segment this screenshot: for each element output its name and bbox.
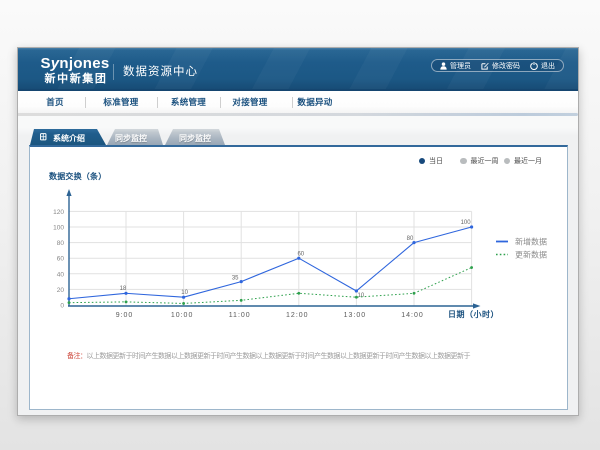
data-label: 35: [232, 276, 239, 282]
app-header: Synjones 新中新集团 数据资源中心 管理员 修改密码 退出: [18, 48, 578, 91]
x-tick-label: 14:00: [401, 312, 424, 319]
data-point: [240, 280, 243, 283]
y-tick-label: 80: [57, 240, 65, 247]
footnote-text: 以上数据更新于时间产生数据以上数据更新于时间产生数据以上数据更新于时间产生数据以…: [87, 353, 471, 360]
nav-item-3[interactable]: 对接管理: [232, 96, 267, 108]
nav-item-0[interactable]: 首页: [46, 96, 64, 108]
power-icon: [530, 62, 538, 70]
y-tick-label: 20: [57, 287, 65, 294]
nav-separator: [157, 97, 158, 108]
y-tick-label: 120: [53, 209, 64, 216]
data-point: [470, 266, 473, 269]
data-point: [182, 302, 185, 305]
x-tick-label: 11:00: [229, 312, 251, 319]
data-point: [125, 300, 128, 303]
current-user[interactable]: 管理员: [440, 61, 471, 71]
user-menu: 管理员 修改密码 退出: [431, 59, 564, 72]
document-icon: [40, 133, 47, 141]
chart-x-axis-title: 日期（小时）: [448, 309, 528, 320]
nav-separator: [220, 97, 221, 108]
legend-label-1[interactable]: 更新数据: [515, 250, 547, 260]
data-label: 10: [358, 293, 365, 299]
x-axis-arrow: [473, 303, 481, 308]
nav-item-2[interactable]: 系统管理: [171, 96, 206, 108]
change-password-label: 修改密码: [492, 61, 520, 71]
data-label: 60: [297, 252, 304, 258]
data-point: [240, 299, 243, 302]
y-tick-label: 40: [57, 271, 65, 278]
footnote-prefix: 备注：: [67, 353, 87, 360]
app-window: Synjones 新中新集团 数据资源中心 管理员 修改密码 退出 首页 标准管理…: [17, 47, 579, 416]
x-tick-label: 13:00: [344, 312, 367, 319]
tab-label: 同步监控: [165, 133, 225, 144]
y-tick-label: 0: [60, 303, 64, 310]
tab-system-intro[interactable]: 系统介绍: [30, 129, 106, 145]
nav-underline: [18, 113, 578, 116]
x-tick-label: 9:00: [116, 312, 134, 319]
data-label: 10: [181, 290, 188, 296]
line-chart: 0 20 40 60 80 100 120 9:00 10:00 11:00 12:00 13:00 1…: [30, 147, 567, 408]
nav-separator: [85, 97, 86, 108]
logout-label: 退出: [541, 61, 555, 71]
data-point: [413, 292, 416, 295]
logout-button[interactable]: 退出: [530, 61, 555, 71]
data-point: [67, 297, 70, 300]
data-label: 18: [120, 286, 127, 292]
footnote: 备注：以上数据更新于时间产生数据以上数据更新于时间产生数据以上数据更新于时间产生…: [67, 351, 470, 361]
data-point: [124, 292, 127, 295]
company-logo: Synjones 新中新集团: [28, 56, 122, 85]
edit-icon: [481, 62, 489, 70]
header-divider: [113, 64, 114, 80]
data-label: 80: [407, 236, 414, 242]
content-panel: 当日最近一周最近一月 数据交换（条） 0204060801001209:0010…: [29, 145, 568, 410]
y-axis-arrow: [66, 189, 71, 196]
y-tick-label: 60: [57, 256, 65, 263]
data-point: [68, 301, 71, 304]
x-tick-label: 10:00: [171, 312, 194, 319]
main-nav: 首页 标准管理 系统管理 对接管理 数据异动: [18, 91, 578, 113]
nav-item-4[interactable]: 数据异动: [297, 96, 332, 108]
series-line-1: [69, 268, 472, 304]
x-tick-label: 12:00: [286, 312, 309, 319]
tab-sync-monitor-1[interactable]: 同步监控: [107, 129, 163, 145]
change-password-button[interactable]: 修改密码: [481, 61, 520, 71]
logo-text-en: Synjones: [28, 56, 122, 71]
data-point: [297, 292, 300, 295]
username-label: 管理员: [450, 61, 471, 71]
legend-label-0[interactable]: 新增数据: [515, 237, 547, 247]
data-label: 100: [461, 220, 472, 226]
y-tick-label: 100: [53, 225, 64, 232]
nav-item-1[interactable]: 标准管理: [103, 96, 138, 108]
nav-separator: [292, 97, 293, 108]
data-point: [355, 296, 358, 299]
tab-bar: 系统介绍 同步监控 同步监控: [29, 129, 569, 145]
tab-label: 同步监控: [99, 133, 163, 144]
logo-text-cn: 新中新集团: [30, 73, 122, 85]
tab-label: 系统介绍: [53, 133, 85, 144]
user-icon: [440, 62, 447, 70]
tab-sync-monitor-2[interactable]: 同步监控: [165, 129, 225, 145]
page-title: 数据资源中心: [123, 63, 198, 79]
